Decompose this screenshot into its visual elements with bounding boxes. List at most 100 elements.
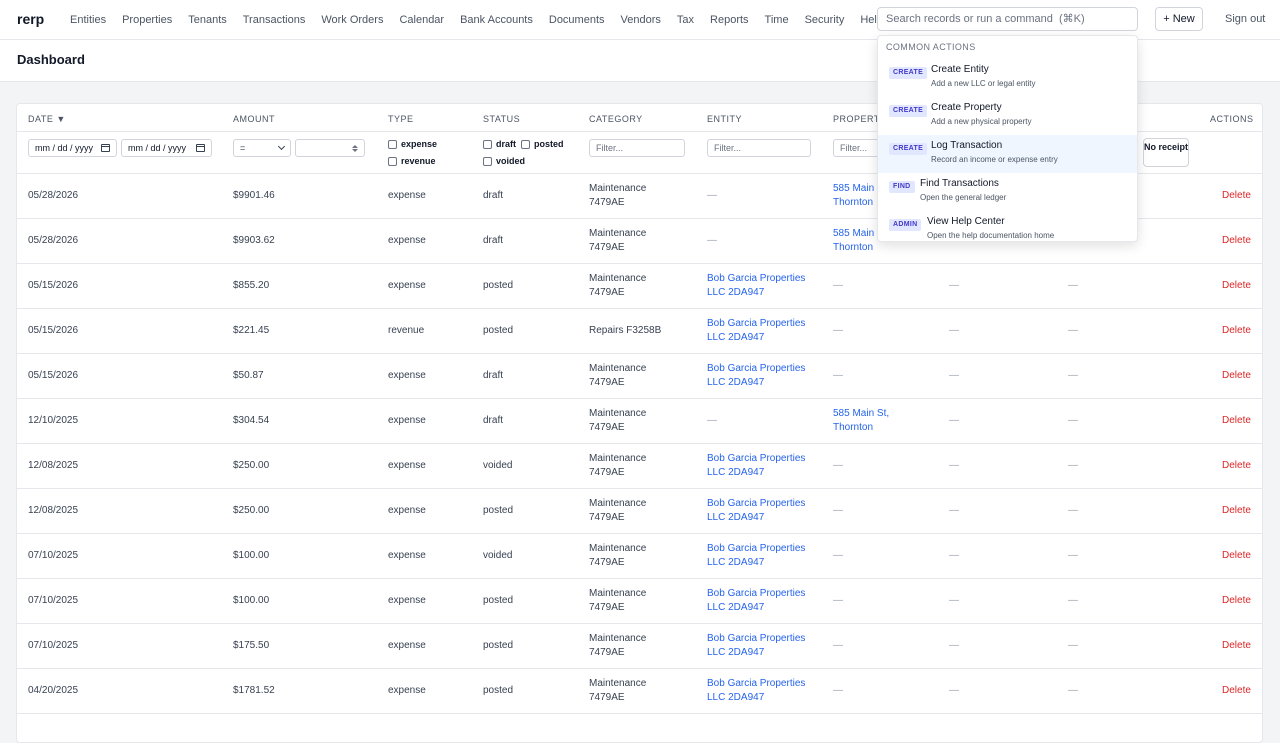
nav-vendors[interactable]: Vendors <box>621 14 661 26</box>
category-cell: Maintenance 7479AE <box>589 678 647 703</box>
extra-cell: — <box>949 460 959 471</box>
nav-reports[interactable]: Reports <box>710 14 749 26</box>
delete-button[interactable]: Delete <box>1222 234 1262 248</box>
nav-work-orders[interactable]: Work Orders <box>321 14 383 26</box>
checkbox[interactable] <box>521 139 530 149</box>
entity-cell[interactable]: Bob Garcia Properties LLC 2DA947 <box>707 587 817 615</box>
command-search-input[interactable] <box>877 7 1138 31</box>
delete-button[interactable]: Delete <box>1222 369 1262 383</box>
entity-cell[interactable]: Bob Garcia Properties LLC 2DA947 <box>707 677 817 705</box>
category-cell: Maintenance 7479AE <box>589 408 647 433</box>
nav-security[interactable]: Security <box>805 14 845 26</box>
entity-cell[interactable]: Bob Garcia Properties LLC 2DA947 <box>707 452 817 480</box>
entity-cell[interactable]: Bob Garcia Properties LLC 2DA947 <box>707 497 817 525</box>
date-cell: 12/08/2025 <box>28 505 79 516</box>
column-header-entity[interactable]: ENTITY <box>707 114 742 124</box>
property-cell: — <box>833 505 843 516</box>
status-filter-posted-label: posted <box>534 139 564 149</box>
nav-calendar[interactable]: Calendar <box>399 14 444 26</box>
checkbox[interactable] <box>483 156 492 166</box>
nav-transactions[interactable]: Transactions <box>243 14 306 26</box>
delete-button[interactable]: Delete <box>1222 324 1262 338</box>
no-receipt-filter-button[interactable]: No receipt <box>1143 138 1189 167</box>
entity-filter-input[interactable] <box>707 139 811 157</box>
column-header-amount[interactable]: AMOUNT <box>233 114 275 124</box>
property-cell: — <box>833 325 843 336</box>
command-menu-item[interactable]: FIND Find Transactions Open the general le… <box>878 173 1137 211</box>
status-cell: posted <box>483 595 514 606</box>
entity-cell[interactable]: Bob Garcia Properties LLC 2DA947 <box>707 542 817 570</box>
command-menu-item[interactable]: CREATE Create Entity Add a new LLC or lega… <box>878 59 1137 97</box>
amount-cell: $855.20 <box>233 280 270 291</box>
extra-cell: — <box>1068 505 1078 516</box>
brand-logo[interactable]: rerp <box>17 11 44 27</box>
property-cell: — <box>833 280 843 291</box>
nav-tenants[interactable]: Tenants <box>188 14 227 26</box>
entity-cell[interactable]: Bob Garcia Properties LLC 2DA947 <box>707 317 817 345</box>
entity-cell[interactable]: Bob Garcia Properties LLC 2DA947 <box>707 632 817 660</box>
new-button[interactable]: + New <box>1155 7 1203 31</box>
category-cell: Maintenance 7479AE <box>589 363 647 388</box>
command-menu-item[interactable]: CREATE Create Property Add a new physical … <box>878 97 1137 135</box>
category-cell: Maintenance 7479AE <box>589 273 647 298</box>
delete-button[interactable]: Delete <box>1222 684 1262 698</box>
extra-cell: — <box>949 685 959 696</box>
amount-value-input[interactable] <box>295 139 365 157</box>
nav-time[interactable]: Time <box>765 14 789 26</box>
nav-documents[interactable]: Documents <box>549 14 605 26</box>
nav-properties[interactable]: Properties <box>122 14 172 26</box>
date-cell: 07/10/2025 <box>28 640 79 651</box>
amount-cell: $9901.46 <box>233 190 275 201</box>
delete-button[interactable]: Delete <box>1222 504 1262 518</box>
command-menu-item-subtitle: Record an income or expense entry <box>931 155 1058 164</box>
type-filter-revenue[interactable]: revenue <box>388 156 436 166</box>
column-header-status[interactable]: STATUS <box>483 114 520 124</box>
column-header-type[interactable]: TYPE <box>388 114 414 124</box>
number-stepper-icon[interactable] <box>352 144 358 152</box>
checkbox[interactable] <box>483 139 492 149</box>
entity-cell: — <box>707 235 717 246</box>
amount-operator-select[interactable]: = <box>233 139 291 157</box>
nav-bank-accounts[interactable]: Bank Accounts <box>460 14 533 26</box>
column-header-category[interactable]: CATEGORY <box>589 114 643 124</box>
nav-entities[interactable]: Entities <box>70 14 106 26</box>
delete-button[interactable]: Delete <box>1222 459 1262 473</box>
delete-button[interactable]: Delete <box>1222 549 1262 563</box>
calendar-icon[interactable] <box>101 144 110 152</box>
entity-cell[interactable]: Bob Garcia Properties LLC 2DA947 <box>707 272 817 300</box>
property-cell[interactable]: 585 Main St, Thornton <box>833 407 893 435</box>
checkbox[interactable] <box>388 139 397 149</box>
entity-cell[interactable]: Bob Garcia Properties LLC 2DA947 <box>707 362 817 390</box>
table-row: 05/15/2026 $221.45 revenue posted Repairs F3… <box>17 309 1262 354</box>
date-from-filter[interactable]: mm / dd / yyyy <box>28 139 117 157</box>
delete-button[interactable]: Delete <box>1222 279 1262 293</box>
delete-button[interactable]: Delete <box>1222 639 1262 653</box>
nav-tax[interactable]: Tax <box>677 14 694 26</box>
delete-button[interactable]: Delete <box>1222 414 1262 428</box>
status-filter-draft[interactable]: draft <box>483 139 516 149</box>
command-menu-item[interactable]: CREATE Log Transaction Record an income or… <box>878 135 1137 173</box>
property-cell: — <box>833 460 843 471</box>
command-menu-item-subtitle: Open the general ledger <box>920 193 1007 202</box>
category-filter-input[interactable] <box>589 139 685 157</box>
delete-button[interactable]: Delete <box>1222 594 1262 608</box>
sign-out-link[interactable]: Sign out <box>1225 13 1265 25</box>
table-row: 12/08/2025 $250.00 expense posted Maintenanc… <box>17 489 1262 534</box>
amount-cell: $250.00 <box>233 505 270 516</box>
status-filter-posted[interactable]: posted <box>521 139 564 149</box>
checkbox[interactable] <box>388 156 397 166</box>
command-menu-item[interactable]: ADMIN View Help Center Open the help docum… <box>878 211 1137 249</box>
delete-button[interactable]: Delete <box>1222 189 1262 203</box>
column-header-actions: ACTIONS <box>1210 114 1254 124</box>
status-filter-voided[interactable]: voided <box>483 156 525 166</box>
amount-cell: $1781.52 <box>233 685 275 696</box>
table-row: 07/10/2025 $100.00 expense voided Maintenanc… <box>17 534 1262 579</box>
category-cell: Maintenance 7479AE <box>589 588 647 613</box>
column-header-date[interactable]: DATE ▼ <box>28 114 66 124</box>
calendar-icon[interactable] <box>196 144 205 152</box>
date-to-filter[interactable]: mm / dd / yyyy <box>121 139 212 157</box>
extra-cell: — <box>949 640 959 651</box>
date-cell: 07/10/2025 <box>28 550 79 561</box>
type-filter-expense[interactable]: expense <box>388 139 437 149</box>
extra-cell: — <box>1068 595 1078 606</box>
